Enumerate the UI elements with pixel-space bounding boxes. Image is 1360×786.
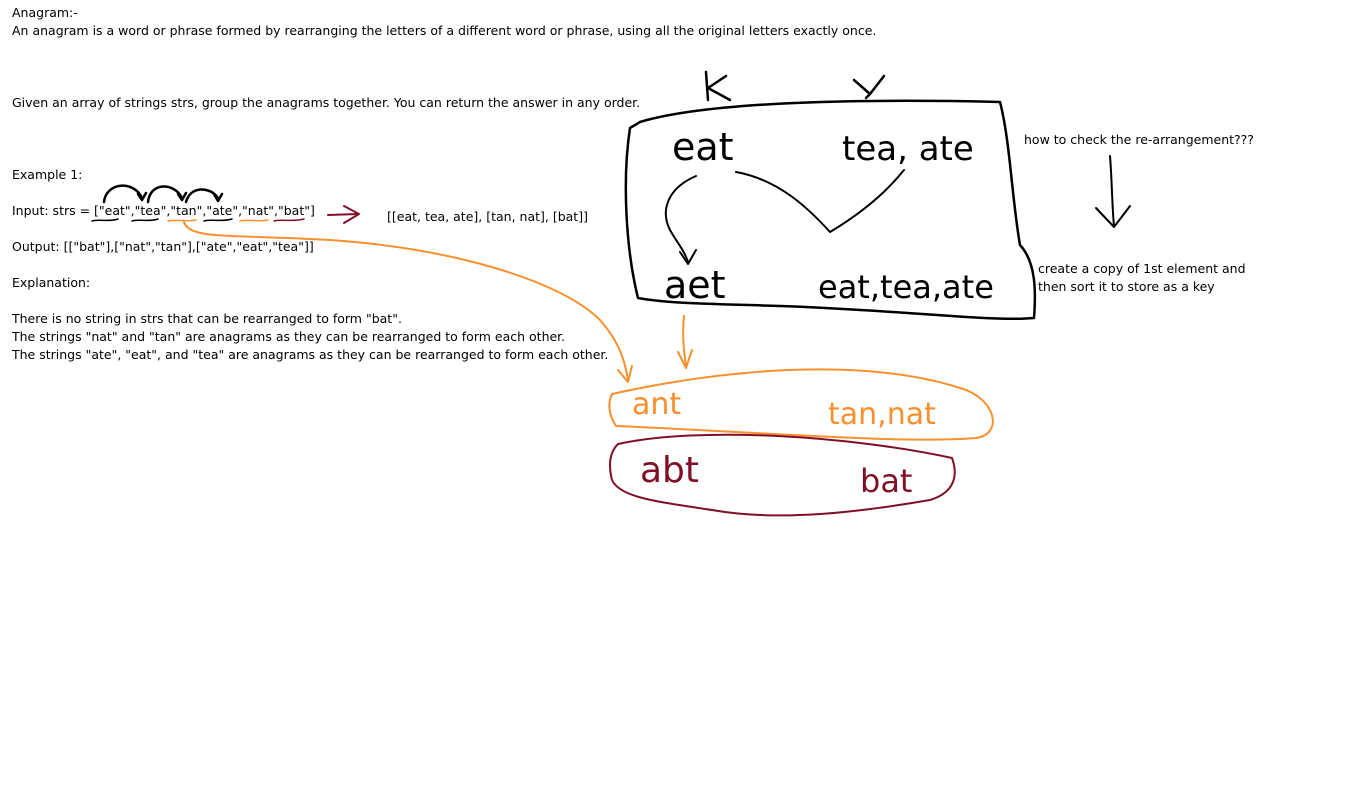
ant-values: tan,nat: [828, 397, 936, 432]
input-curve-arrows: [102, 184, 224, 204]
kv-marks: [704, 70, 886, 102]
orange-down-arrow: [677, 315, 693, 369]
key-word: eat: [672, 125, 734, 169]
grouped-values: eat,tea,ate: [818, 268, 994, 306]
down-arrow: [1095, 155, 1131, 228]
value-words: tea, ate: [842, 129, 974, 169]
orange-long-arrow: [183, 221, 633, 383]
input-underlines: [91, 218, 233, 222]
abt-values: bat: [860, 462, 912, 500]
box-connectors: [665, 169, 905, 265]
abt-key: abt: [640, 450, 699, 491]
maroon-underline: [273, 218, 305, 222]
hand-drawn-sketch: eat tea, ate aet eat,tea,ate ant tan,nat…: [91, 70, 1131, 517]
maroon-arrow: [327, 205, 360, 224]
ant-key: ant: [632, 387, 681, 422]
sorted-key: aet: [664, 263, 726, 307]
